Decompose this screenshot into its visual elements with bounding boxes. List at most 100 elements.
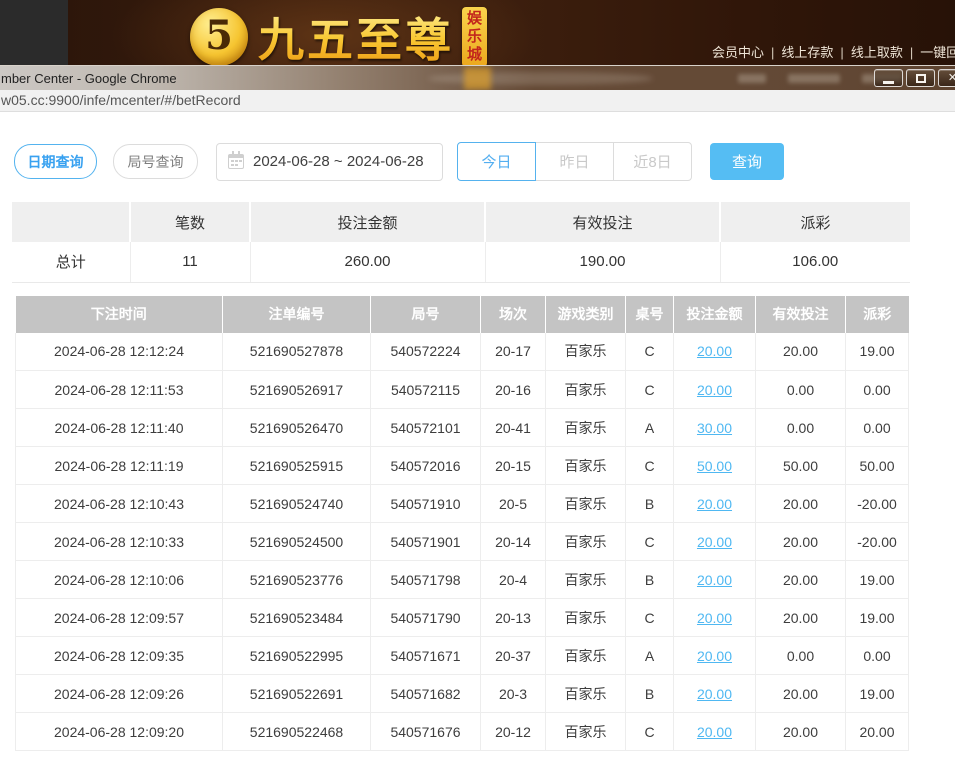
today-button[interactable]: 今日 [457,142,536,181]
bet-table-header-cell: 有效投注 [756,296,846,333]
summary-table: 笔数 投注金额 有效投注 派彩 总计 11 260.00 190.00 106.… [12,202,910,283]
bet-amount-link[interactable]: 20.00 [697,572,732,588]
badge-glass-blur [464,67,491,90]
bet-table-header-cell: 注单编号 [223,296,371,333]
bet-record-cell: 20-4 [481,561,546,599]
bet-record-cell: 521690526470 [223,409,371,447]
nav-separator: | [771,45,774,60]
redacted-user-info [738,74,766,83]
bet-record-row: 2024-06-28 12:11:40521690526470540572101… [16,409,909,447]
bet-record-cell: 540572224 [371,333,481,371]
bet-amount-link[interactable]: 20.00 [697,343,732,359]
bet-record-cell: C [626,713,674,751]
bet-record-cell: 521690524500 [223,523,371,561]
chrome-titlebar[interactable]: mber Center - Google Chrome ✕ [0,65,955,90]
summary-total-label: 总计 [12,242,130,282]
summary-header-bet-amount: 投注金额 [250,202,485,242]
bet-amount-link[interactable]: 20.00 [697,648,732,664]
bet-record-cell: -20.00 [846,523,909,561]
bet-record-row: 2024-06-28 12:09:35521690522995540571671… [16,637,909,675]
bet-record-cell: 20.00 [756,675,846,713]
bet-amount-link[interactable]: 30.00 [697,420,732,436]
quick-range-group: 今日 昨日 近8日 [457,142,692,181]
bet-record-cell: 百家乐 [546,713,626,751]
bet-record-cell: 20.00 [674,371,756,409]
bet-amount-link[interactable]: 50.00 [697,458,732,474]
bet-record-cell: 20.00 [756,485,846,523]
bet-record-cell: 2024-06-28 12:10:33 [16,523,223,561]
bet-record-cell: 20-37 [481,637,546,675]
bet-record-cell: 0.00 [756,409,846,447]
yesterday-button[interactable]: 昨日 [535,142,614,181]
bet-record-cell: 20-16 [481,371,546,409]
bet-record-cell: B [626,561,674,599]
summary-header-row: 笔数 投注金额 有效投注 派彩 [12,202,910,242]
bet-table-header-cell: 派彩 [846,296,909,333]
bet-record-cell: 521690525915 [223,447,371,485]
bet-record-cell: 20.00 [674,637,756,675]
nav-link[interactable]: 会员中心 [712,45,764,60]
bet-record-cell: 0.00 [846,409,909,447]
nav-link[interactable]: 线上取款 [851,45,903,60]
bet-record-cell: -20.00 [846,485,909,523]
bet-record-cell: 20-3 [481,675,546,713]
bet-record-cell: 30.00 [674,409,756,447]
bet-record-cell: 20.00 [756,333,846,371]
bet-record-cell: 百家乐 [546,447,626,485]
bet-table-header-cell: 场次 [481,296,546,333]
bet-record-cell: 0.00 [846,637,909,675]
search-button[interactable]: 查询 [710,143,784,180]
bet-record-cell: C [626,371,674,409]
content: 日期查询 局号查询 2024-06-28 ~ 2024-06-28 今日 昨日 … [0,112,955,751]
bet-amount-link[interactable]: 20.00 [697,534,732,550]
url-bar[interactable]: w05.cc:9900/infe/mcenter/#/betRecord [0,90,955,112]
logo-95-icon: 5 [190,8,248,66]
bet-record-cell: 20-15 [481,447,546,485]
bet-record-row: 2024-06-28 12:10:43521690524740540571910… [16,485,909,523]
bet-record-cell: 19.00 [846,333,909,371]
top-nav: 会员中心 | 线上存款 | 线上取款 | 一键回收 [712,42,955,61]
window-controls: ✕ [874,69,955,87]
nav-separator: | [910,45,913,60]
bet-amount-link[interactable]: 20.00 [697,610,732,626]
bet-record-cell: 2024-06-28 12:11:53 [16,371,223,409]
bet-amount-link[interactable]: 20.00 [697,686,732,702]
nav-separator: | [840,45,843,60]
bet-record-cell: 20-41 [481,409,546,447]
bet-record-cell: 2024-06-28 12:09:35 [16,637,223,675]
logo-badge: 娱乐城 [462,7,487,67]
nav-link[interactable]: 一键回收 [920,45,955,60]
summary-header-count: 笔数 [130,202,250,242]
bet-record-cell: 540571798 [371,561,481,599]
bet-record-cell: 2024-06-28 12:11:19 [16,447,223,485]
bet-record-cell: 20.00 [674,333,756,371]
bet-record-row: 2024-06-28 12:12:24521690527878540572224… [16,333,909,371]
bet-record-cell: C [626,523,674,561]
bet-record-cell: 50.00 [674,447,756,485]
date-range-input[interactable]: 2024-06-28 ~ 2024-06-28 [216,143,443,181]
close-button[interactable]: ✕ [938,69,955,87]
bet-amount-link[interactable]: 20.00 [697,382,732,398]
bet-record-cell: 2024-06-28 12:12:24 [16,333,223,371]
bet-record-cell: 540572115 [371,371,481,409]
maximize-button[interactable] [906,69,935,87]
minimize-button[interactable] [874,69,903,87]
bet-record-cell: 20-5 [481,485,546,523]
bet-record-cell: 20-14 [481,523,546,561]
bet-record-cell: A [626,637,674,675]
bet-record-cell: 20-17 [481,333,546,371]
bet-record-cell: C [626,599,674,637]
bet-record-cell: 20.00 [756,523,846,561]
bet-record-cell: 百家乐 [546,599,626,637]
bet-record-cell: 20.00 [674,523,756,561]
nav-link[interactable]: 线上存款 [781,45,833,60]
bet-record-row: 2024-06-28 12:11:19521690525915540572016… [16,447,909,485]
last-8-days-button[interactable]: 近8日 [613,142,692,181]
round-query-tab[interactable]: 局号查询 [113,144,198,179]
bet-record-row: 2024-06-28 12:11:53521690526917540572115… [16,371,909,409]
bet-record-cell: 百家乐 [546,675,626,713]
bet-amount-link[interactable]: 20.00 [697,724,732,740]
date-query-tab[interactable]: 日期查询 [14,144,97,179]
bet-record-cell: 540571910 [371,485,481,523]
bet-amount-link[interactable]: 20.00 [697,496,732,512]
